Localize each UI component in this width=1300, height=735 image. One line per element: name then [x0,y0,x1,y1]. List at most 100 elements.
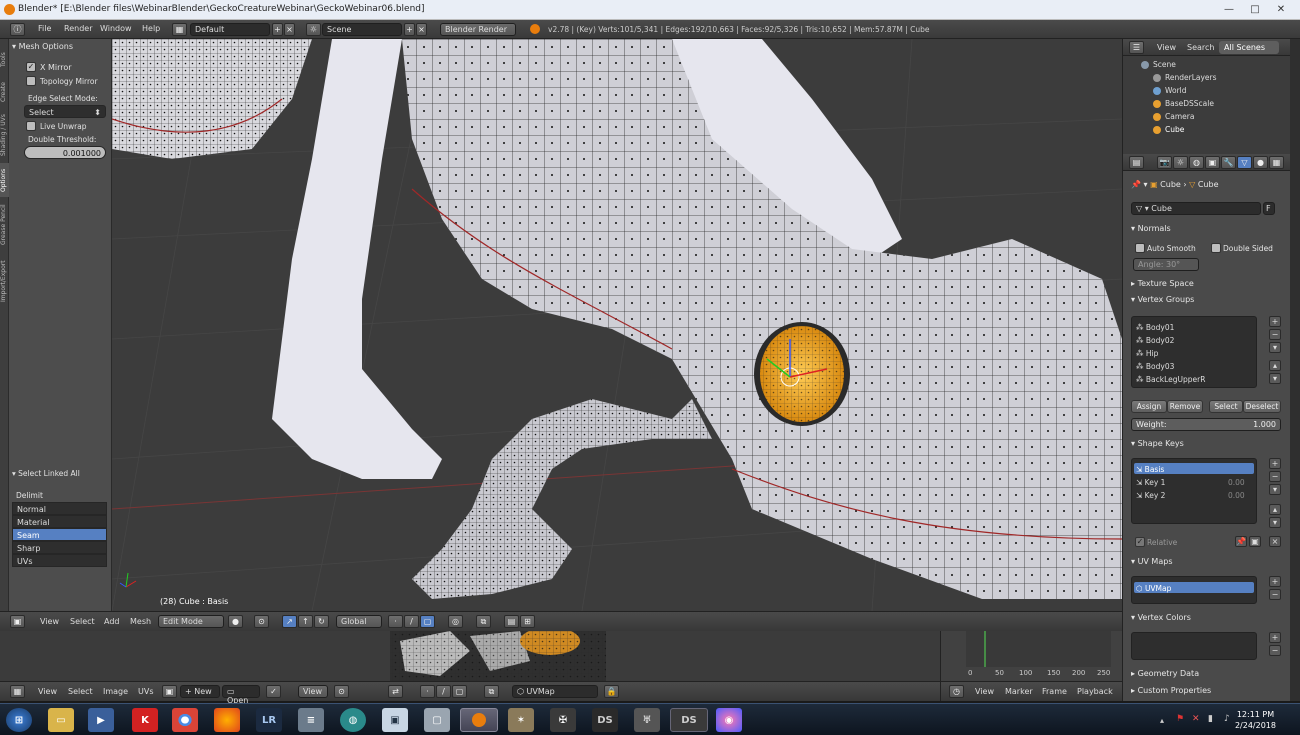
deselect-button[interactable]: Deselect [1243,400,1281,413]
menu-file[interactable]: File [38,24,51,33]
fake-user-button[interactable]: F [1263,202,1275,215]
texture-tab-icon[interactable]: ▦ [1269,156,1284,169]
scene-tab-icon[interactable]: ☼ [1173,156,1188,169]
remove-shape-key-button[interactable]: − [1269,471,1281,482]
add-vertex-group-button[interactable]: + [1269,316,1281,327]
uvmap-field[interactable]: ⬡ UVMap [512,685,598,698]
window-app-icon[interactable]: ▣ [382,708,408,732]
double-sided-checkbox[interactable] [1211,243,1221,253]
outliner-tab-view[interactable]: View [1157,43,1176,52]
pivot-icon[interactable]: ⊙ [334,685,349,698]
image-browse-icon[interactable]: ▣ [162,685,177,698]
remove-button[interactable]: Remove [1167,400,1203,413]
move-up-button[interactable]: ▴ [1269,504,1281,515]
edit-mode-shape-icon[interactable]: ▣ [1249,536,1261,547]
maximize-button[interactable]: □ [1244,2,1266,17]
face-select-icon[interactable]: ▢ [420,615,435,628]
vertex-group-specials-button[interactable]: ▾ [1269,342,1281,353]
menu-playback[interactable]: Playback [1077,687,1113,696]
material-tab-icon[interactable]: ● [1253,156,1268,169]
shape-key-item[interactable]: ⇲ Basis [1136,465,1164,474]
select-button[interactable]: Select [1209,400,1243,413]
face-select-icon[interactable]: ▢ [452,685,467,698]
new-image-button[interactable]: + New [180,685,220,698]
editor-type-icon[interactable]: ⓘ [10,23,25,36]
pin-shape-icon[interactable]: 📌 [1235,536,1247,547]
menu-marker[interactable]: Marker [1005,687,1033,696]
assign-button[interactable]: Assign [1131,400,1167,413]
add-layout-button[interactable]: + [272,23,283,36]
skyrim-icon[interactable]: ♅ [634,708,660,732]
render-tab-icon[interactable]: 📷 [1157,156,1172,169]
remove-vertex-color-button[interactable]: − [1269,645,1281,656]
vertex-group-item[interactable]: ⁂ BackLegUpperR [1136,375,1205,384]
shape-key-item[interactable]: ⇲ Key 2 [1136,491,1165,500]
vertex-group-item[interactable]: ⁂ Body01 [1136,323,1174,332]
translate-icon[interactable]: ↑ [298,615,313,628]
vertex-colors-panel-header[interactable]: ▾ Vertex Colors [1131,613,1191,622]
vertex-colors-list[interactable] [1131,632,1257,660]
mesh-name-field[interactable]: ▽ ▾ Cube [1131,202,1261,215]
shape-key-specials-button[interactable]: ▾ [1269,484,1281,495]
lock-icon[interactable]: 🔒 [604,685,619,698]
editor-type-icon[interactable]: ◷ [949,685,964,698]
move-down-button[interactable]: ▾ [1269,373,1281,384]
notepad-icon[interactable]: ≡ [298,708,324,732]
render-icon[interactable]: ▤ [504,615,519,628]
edge-select-icon[interactable]: / [404,615,419,628]
remove-scene-button[interactable]: × [416,23,427,36]
move-down-button[interactable]: ▾ [1269,517,1281,528]
menu-frame[interactable]: Frame [1042,687,1067,696]
remove-layout-button[interactable]: × [284,23,295,36]
shape-key-value[interactable]: 0.00 [1228,491,1245,500]
pivot-point-icon[interactable]: ⊙ [254,615,269,628]
menu-uvs[interactable]: UVs [138,687,154,696]
vertex-select-icon[interactable]: · [420,685,435,698]
scene-icon[interactable]: ☼ [306,23,321,36]
double-threshold-field[interactable]: 0.001000 [24,146,106,159]
tab-tools[interactable]: Tools [0,45,9,75]
tab-grease-pencil[interactable]: Grease Pencil [0,199,9,251]
relative-checkbox[interactable]: ✓ [1135,537,1145,547]
open-image-button[interactable]: ▭ Open [222,685,260,705]
tray-network-icon[interactable]: ✕ [1192,714,1200,724]
vertex-group-item[interactable]: ⁂ Body03 [1136,362,1174,371]
paint-app-icon[interactable]: ◉ [716,708,742,732]
tray-signal-icon[interactable]: ▮ [1208,714,1213,724]
menu-render[interactable]: Render [64,24,92,33]
custom-properties-panel-header[interactable]: ▸ Custom Properties [1131,686,1211,695]
vertex-groups-panel-header[interactable]: ▾ Vertex Groups [1131,295,1194,304]
editor-type-icon[interactable]: ▤ [1129,156,1144,169]
add-uv-map-button[interactable]: + [1269,576,1281,587]
texture-space-panel-header[interactable]: ▸ Texture Space [1131,279,1194,288]
normals-panel-header[interactable]: ▾ Normals [1131,224,1171,233]
media-player-icon[interactable]: ▶ [88,708,114,732]
orientation-select[interactable]: Global [336,615,382,628]
firefox-icon[interactable] [214,708,240,732]
delimit-seam[interactable]: Seam [12,528,107,541]
proportional-edit-icon[interactable]: ◎ [448,615,463,628]
menu-view[interactable]: View [40,617,59,626]
view-mode-select[interactable]: View [298,685,328,698]
edge-select-mode-select[interactable]: Select ⬍ [24,105,106,118]
tool-app-icon[interactable]: ✠ [550,708,576,732]
topology-mirror-checkbox[interactable] [26,76,36,86]
menu-view[interactable]: View [975,687,994,696]
snap-icon[interactable]: ⧉ [476,615,491,628]
outliner-row-camera[interactable]: Camera [1123,111,1283,124]
outliner-row-cube[interactable]: Cube [1123,124,1283,137]
outliner-row-world[interactable]: World [1123,85,1283,98]
menu-select[interactable]: Select [68,687,93,696]
clear-shape-button[interactable]: × [1269,536,1281,547]
snap-icon[interactable]: ⧉ [484,685,499,698]
properties-scrollbar[interactable] [1290,39,1300,701]
live-unwrap-checkbox[interactable] [26,121,36,131]
delimit-uvs[interactable]: UVs [12,554,107,567]
outliner-row-scene[interactable]: Scene [1123,59,1283,72]
sync-icon[interactable]: ⇄ [388,685,403,698]
editor-type-icon[interactable]: ▣ [10,615,25,628]
timeline[interactable]: 0 50 100 150 200 250 [940,631,1122,681]
outliner-row-renderlayers[interactable]: RenderLayers [1123,72,1283,85]
chrome-icon[interactable] [172,708,198,732]
close-button[interactable]: ✕ [1270,2,1292,17]
